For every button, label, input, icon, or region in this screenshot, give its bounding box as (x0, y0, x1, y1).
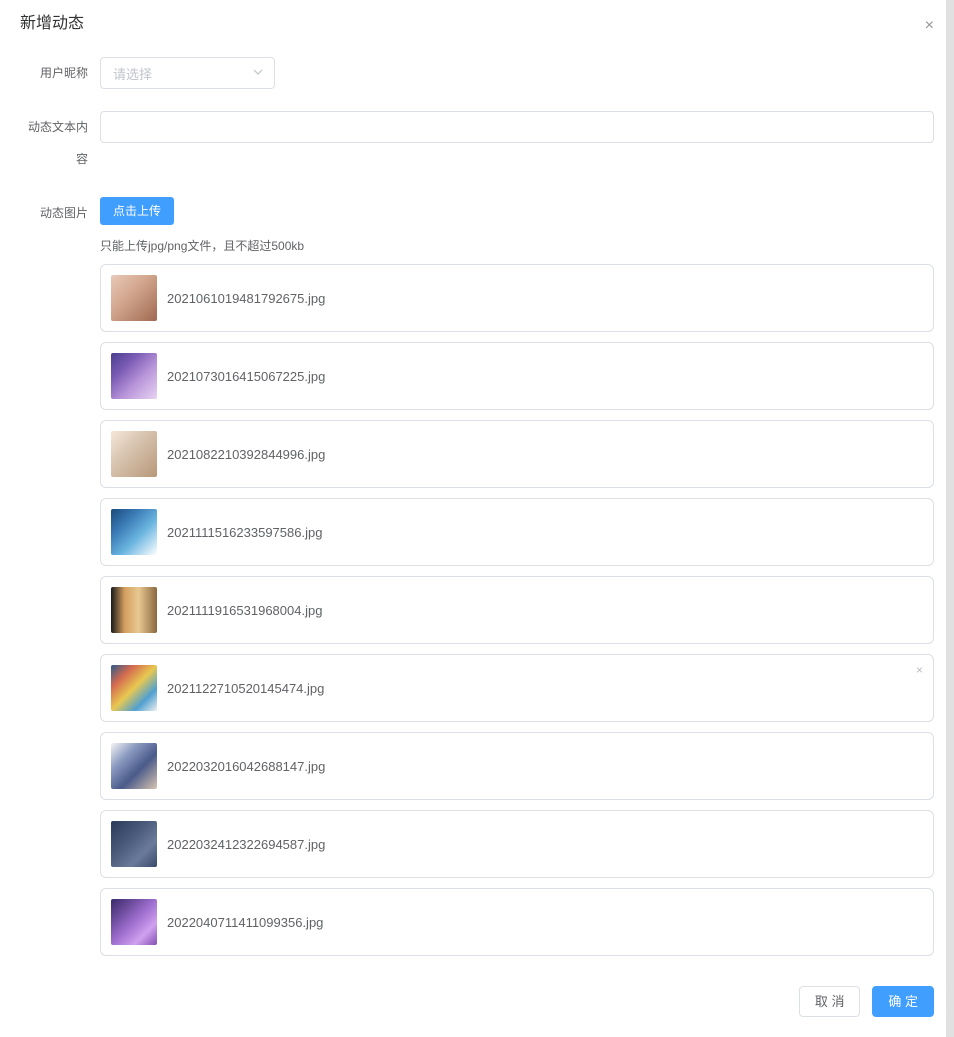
images-content: 点击上传 只能上传jpg/png文件，且不超过500kb 20210610194… (100, 197, 934, 966)
upload-item[interactable]: 2021082210392844996.jpg× (100, 420, 934, 488)
upload-filename: 2021061019481792675.jpg (167, 291, 325, 306)
upload-thumbnail (111, 431, 157, 477)
close-button[interactable]: × (925, 18, 934, 34)
dialog-header: 新增动态 × (0, 0, 954, 47)
upload-filename: 2022040711411099356.jpg (167, 915, 323, 930)
cancel-button[interactable]: 取 消 (799, 986, 861, 1017)
upload-filename: 2021111516233597586.jpg (167, 525, 322, 540)
upload-filename: 2022032016042688147.jpg (167, 759, 325, 774)
upload-filename: 2021122710520145474.jpg (167, 681, 324, 696)
upload-thumbnail (111, 743, 157, 789)
content-input[interactable] (100, 111, 934, 143)
upload-tip: 只能上传jpg/png文件，且不超过500kb (100, 237, 934, 254)
nickname-content: 请选择 (100, 57, 934, 89)
images-label: 动态图片 (20, 197, 100, 229)
form-item-images: 动态图片 点击上传 只能上传jpg/png文件，且不超过500kb 202106… (20, 197, 934, 966)
remove-file-icon[interactable]: × (916, 663, 923, 677)
nickname-label: 用户昵称 (20, 57, 100, 89)
upload-thumbnail (111, 587, 157, 633)
upload-item[interactable]: 2022040711411099356.jpg× (100, 888, 934, 956)
close-icon: × (925, 17, 934, 34)
scrollbar-track[interactable] (946, 0, 954, 1037)
dialog-body: 用户昵称 请选择 动态文本内容 动态图片 点击上传 只能上传jpg/png文件，… (0, 47, 954, 976)
content-label: 动态文本内容 (20, 111, 100, 175)
upload-list: 2021061019481792675.jpg×2021073016415067… (100, 264, 934, 956)
dialog-title: 新增动态 (20, 15, 84, 32)
upload-filename: 2021073016415067225.jpg (167, 369, 325, 384)
content-content (100, 111, 934, 143)
upload-filename: 2021082210392844996.jpg (167, 447, 325, 462)
upload-thumbnail (111, 275, 157, 321)
confirm-button[interactable]: 确 定 (872, 986, 934, 1017)
form-item-content: 动态文本内容 (20, 111, 934, 175)
upload-thumbnail (111, 509, 157, 555)
upload-item[interactable]: 2021122710520145474.jpg × (100, 654, 934, 722)
dialog: 新增动态 × 用户昵称 请选择 动态文本内容 动态图片 (0, 0, 954, 1037)
upload-thumbnail (111, 353, 157, 399)
chevron-down-icon (252, 65, 264, 81)
upload-item[interactable]: 2021073016415067225.jpg× (100, 342, 934, 410)
upload-item[interactable]: 2021111516233597586.jpg× (100, 498, 934, 566)
upload-filename: 2021111916531968004.jpg (167, 603, 322, 618)
upload-filename: 2022032412322694587.jpg (167, 837, 325, 852)
form-item-nickname: 用户昵称 请选择 (20, 57, 934, 89)
upload-thumbnail (111, 899, 157, 945)
nickname-placeholder: 请选择 (113, 64, 152, 83)
upload-item[interactable]: 2022032016042688147.jpg× (100, 732, 934, 800)
upload-item[interactable]: 2021061019481792675.jpg× (100, 264, 934, 332)
upload-thumbnail (111, 821, 157, 867)
upload-thumbnail (111, 665, 157, 711)
upload-button[interactable]: 点击上传 (100, 197, 174, 225)
dialog-footer: 取 消 确 定 (0, 976, 954, 1037)
upload-item[interactable]: 2022032412322694587.jpg× (100, 810, 934, 878)
nickname-select[interactable]: 请选择 (100, 57, 275, 89)
upload-item[interactable]: 2021111916531968004.jpg× (100, 576, 934, 644)
